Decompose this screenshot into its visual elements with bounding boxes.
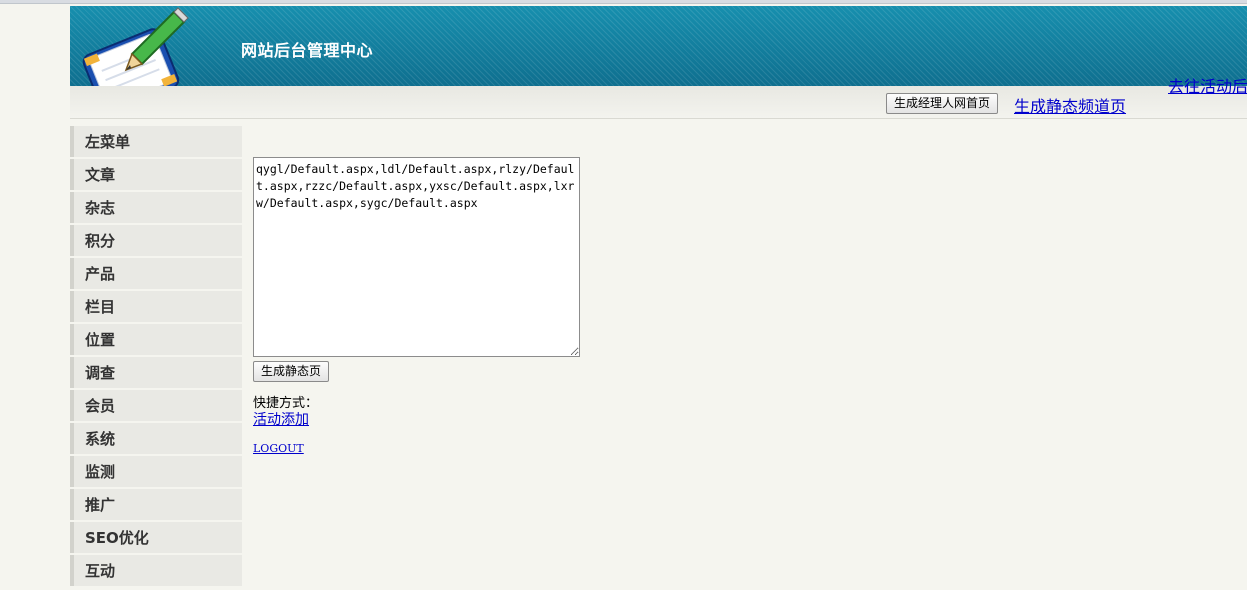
generate-static-page-button[interactable]: 生成静态页 bbox=[253, 361, 330, 382]
sidebar-item-interaction[interactable]: 互动 bbox=[70, 555, 242, 586]
sidebar-item-promotion[interactable]: 推广 bbox=[70, 489, 242, 520]
sidebar-item-magazine[interactable]: 杂志 bbox=[70, 192, 242, 223]
sidebar-item-members[interactable]: 会员 bbox=[70, 390, 242, 421]
sidebar-item-system[interactable]: 系统 bbox=[70, 423, 242, 454]
generate-static-channel-link[interactable]: 生成静态频道页 bbox=[1014, 93, 1126, 117]
shortcut-add-activity-link[interactable]: 活动添加 bbox=[253, 412, 309, 428]
sidebar-item-products[interactable]: 产品 bbox=[70, 258, 242, 289]
left-sidebar-menu: 左菜单 文章 杂志 积分 产品 栏目 位置 调查 会员 系统 监测 推广 SEO… bbox=[70, 126, 242, 588]
go-to-activity-link[interactable]: 去往活动后 bbox=[1168, 73, 1247, 97]
sidebar-item-articles[interactable]: 文章 bbox=[70, 159, 242, 190]
sidebar-item-positions[interactable]: 位置 bbox=[70, 324, 242, 355]
sidebar-item-columns[interactable]: 栏目 bbox=[70, 291, 242, 322]
sidebar-item-points[interactable]: 积分 bbox=[70, 225, 242, 256]
sidebar-item-left-menu[interactable]: 左菜单 bbox=[70, 126, 242, 157]
generate-manager-home-button[interactable]: 生成经理人网首页 bbox=[886, 93, 999, 114]
shortcut-label: 快捷方式： bbox=[253, 396, 319, 411]
browser-top-strip bbox=[0, 0, 1247, 4]
sidebar-item-monitoring[interactable]: 监测 bbox=[70, 456, 242, 487]
header-banner: 网站后台管理中心 bbox=[70, 6, 1247, 114]
logout-link[interactable]: LOGOUT bbox=[253, 442, 304, 455]
site-title: 网站后台管理中心 bbox=[241, 41, 374, 60]
sidebar-item-surveys[interactable]: 调查 bbox=[70, 357, 242, 388]
sidebar-item-seo[interactable]: SEO优化 bbox=[70, 522, 242, 553]
static-paths-textarea[interactable]: qygl/Default.aspx,ldl/Default.aspx,rlzy/… bbox=[253, 157, 580, 357]
main-content: qygl/Default.aspx,ldl/Default.aspx,rlzy/… bbox=[253, 157, 580, 456]
